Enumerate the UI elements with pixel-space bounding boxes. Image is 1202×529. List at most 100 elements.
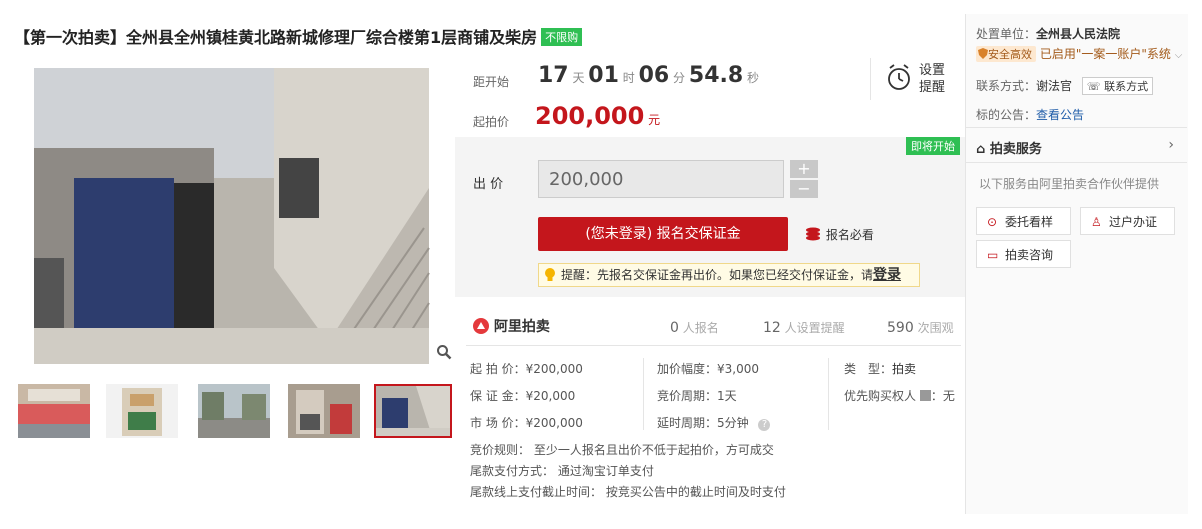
info-icon[interactable] [919,390,931,401]
thumbnail-1[interactable] [18,384,90,438]
status-tag: 即将开始 [906,137,960,155]
disposal-unit-value: 全州县人民法院 [1036,27,1121,41]
decrease-button[interactable]: − [790,180,818,198]
platform-logo: 阿里拍卖 [472,316,550,336]
consult-service-button[interactable]: ▭ 拍卖咨询 [976,240,1071,268]
announcement-label: 标的公告： [976,108,1037,122]
location-icon: ⊙ [987,215,998,229]
reminder-line2: 提醒 [919,80,946,95]
countdown-minutes: 06 [638,63,670,88]
must-read-link[interactable]: 报名必看 [804,226,874,243]
rule-payment-deadline: 尾款线上支付截止时间： 按竞买公告中的截止时间及时支付 [470,485,786,499]
transfer-service-label: 过户办证 [1109,215,1158,229]
chat-icon: ▭ [987,248,999,262]
platform-name: 阿里拍卖 [493,319,550,335]
signup-count-value: 0 [670,320,679,336]
contact-button-label: 联系方式 [1104,80,1149,93]
viewing-service-label: 委托看样 [1005,215,1054,229]
detail-market-price: 市 场 价：¥200,000 [470,416,583,430]
chevron-right-icon: › [1168,137,1174,153]
announcement-row: 标的公告：查看公告 [976,106,1084,123]
shield-icon [978,48,988,59]
view-count: 590 次围观 [887,319,954,336]
view-count-label: 次围观 [917,321,954,335]
type-label: 类 型： [844,362,893,376]
disposal-unit: 处置单位：全州县人民法院 [976,25,1120,42]
reminder-count-label: 人设置提醒 [784,321,845,335]
signup-count: 0 人报名 [670,319,719,336]
divider [466,345,961,346]
alarm-clock-icon [888,64,910,90]
days-unit: 天 [572,71,585,85]
consult-service-label: 拍卖咨询 [1005,248,1054,262]
thumbnail-4[interactable] [288,384,360,438]
start-price: 200,000 元 [535,102,660,130]
contact-button[interactable]: ☏ 联系方式 [1081,77,1154,95]
login-link[interactable]: 登录 [873,267,901,283]
page-title: 【第一次拍卖】全州县全州镇桂黄北路新城修理厂综合楼第1层商铺及柴房 不限购 [14,24,583,48]
countdown-label: 距开始 [473,75,510,89]
divider [870,58,871,100]
headset-icon: ⌂ [976,142,986,157]
view-count-value: 590 [887,320,914,336]
countdown-days: 17 [538,63,569,88]
increase-button[interactable]: + [790,160,818,178]
lightbulb-icon [545,268,555,281]
type-value: 拍卖 [892,362,917,376]
hours-unit: 时 [622,71,635,85]
extension-text: 延时周期：5分钟 [657,416,749,430]
minutes-unit: 分 [673,71,686,85]
reminder-count-value: 12 [763,320,781,336]
thumbnail-3[interactable] [198,384,270,438]
auction-service-header[interactable]: ⌂ 拍卖服务 › [976,137,1176,157]
set-reminder-button[interactable]: 设置 提醒 [886,62,956,98]
zoom-icon[interactable] [436,344,452,360]
contact-row: 联系方式：谢法官 ☏ 联系方式 [976,77,1154,95]
ali-auction-icon [473,318,489,334]
bid-label: 出 价 [473,177,504,192]
reminder-line1: 设置 [919,63,946,78]
security-badge: 安全高效 [976,46,1036,62]
security-row: 安全高效 已启用"一案一账户"系统 ⌵ [976,45,1182,62]
phone-icon: ☏ [1086,80,1101,93]
signup-deposit-button[interactable]: (您未登录) 报名交保证金 [538,217,788,251]
detail-priority-buyer: 优先购买权人 ：无 [844,387,955,404]
rule-payment-method: 尾款支付方式： 通过淘宝订单支付 [470,464,654,478]
detail-increment: 加价幅度：¥3,000 [657,362,759,376]
contact-name: 谢法官 [1036,79,1073,93]
title-text: 【第一次拍卖】全州县全州镇桂黄北路新城修理厂综合楼第1层商铺及柴房 [14,28,538,47]
thumbnail-5-selected[interactable] [374,384,452,438]
person-icon: ♙ [1091,215,1102,229]
countdown-hours: 01 [588,63,619,88]
countdown-seconds: 54.8 [688,63,744,88]
building-photo-illustration [34,68,430,364]
transfer-service-button[interactable]: ♙ 过户办证 [1080,207,1175,235]
priority-label: 优先购买权人 [844,389,917,403]
login-notice: 提醒：先报名交保证金再出价。如果您已经交付保证金，请登录 [538,263,920,287]
viewing-service-button[interactable]: ⊙ 委托看样 [976,207,1071,235]
reminder-label: 设置 提醒 [919,62,945,96]
divider [966,127,1187,128]
coins-icon [806,227,820,241]
divider [966,162,1187,163]
view-announcement-link[interactable]: 查看公告 [1036,108,1084,122]
countdown-timer: 17 天 01 时 06 分 54.8 秒 [538,63,759,88]
disposal-unit-label: 处置单位： [976,27,1037,41]
divider [643,358,644,430]
contact-label: 联系方式： [976,79,1037,93]
thumbnail-2[interactable] [106,384,178,438]
seconds-unit: 秒 [747,71,760,85]
help-icon[interactable]: ? [758,419,771,431]
bid-price-input[interactable]: 200,000 [538,160,784,198]
main-photo[interactable] [14,68,454,364]
reminder-count: 12 人设置提醒 [763,319,845,336]
detail-bid-cycle: 竞价周期：1天 [657,389,737,403]
start-price-label: 起拍价 [473,115,510,129]
start-price-unit: 元 [648,113,661,127]
priority-value: ：无 [930,389,955,403]
detail-extension: 延时周期：5分钟 ? [657,414,771,431]
chevron-down-icon[interactable]: ⌵ [1175,50,1183,61]
notice-text: 提醒：先报名交保证金再出价。如果您已经交付保证金，请 [561,268,874,282]
must-read-text: 报名必看 [825,228,874,242]
detail-start-price: 起 拍 价：¥200,000 [470,362,583,376]
